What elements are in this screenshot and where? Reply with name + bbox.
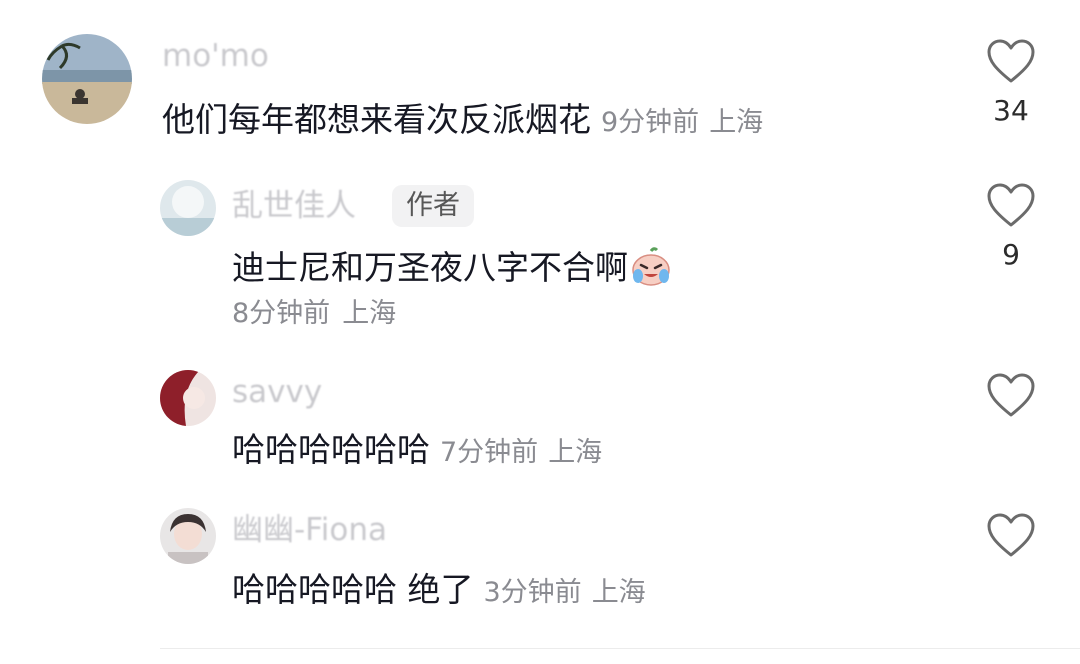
- comment-location: 上海: [709, 107, 764, 138]
- comment-meta: 8分钟前 上海: [232, 296, 396, 332]
- like-button[interactable]: [976, 372, 1046, 418]
- heart-outline-icon: [987, 183, 1035, 227]
- username[interactable]: savvy: [232, 374, 322, 410]
- heart-outline-icon: [987, 373, 1035, 417]
- comment-time: 3分钟前: [483, 577, 582, 608]
- comment-location: 上海: [591, 577, 646, 608]
- crying-laughing-emoji-icon: [630, 247, 672, 304]
- avatar[interactable]: [160, 370, 216, 426]
- comment-time: 7分钟前: [440, 437, 539, 468]
- like-count: 9: [1002, 238, 1020, 271]
- comment-text: 他们每年都想来看次反派烟花: [162, 100, 591, 139]
- comment-text: 哈哈哈哈哈哈: [232, 430, 430, 469]
- like-button[interactable]: 34: [976, 38, 1046, 128]
- avatar[interactable]: [42, 34, 132, 124]
- comment-body: 他们每年都想来看次反派烟花 9分钟前 上海: [162, 98, 763, 148]
- comment-location: 上海: [548, 437, 603, 468]
- like-count: 34: [993, 94, 1029, 127]
- comment-text: 迪士尼和万圣夜八字不合啊: [232, 248, 628, 287]
- comment-time: 8分钟前: [232, 298, 331, 329]
- comment-body: 哈哈哈哈哈 绝了 3分钟前 上海: [232, 568, 646, 618]
- username[interactable]: 幽幽-Fiona: [232, 512, 387, 548]
- like-button[interactable]: 9: [976, 182, 1046, 272]
- divider: [160, 648, 1080, 649]
- comment-location: 上海: [342, 298, 397, 329]
- username[interactable]: 乱世佳人: [232, 188, 356, 224]
- avatar[interactable]: [160, 180, 216, 236]
- heart-outline-icon: [987, 513, 1035, 557]
- heart-outline-icon: [987, 39, 1035, 83]
- comment-text: 哈哈哈哈哈 绝了: [232, 570, 474, 609]
- author-badge: 作者: [392, 185, 474, 227]
- username[interactable]: mo'mo: [162, 38, 269, 74]
- like-button[interactable]: [976, 512, 1046, 558]
- comment-body: 哈哈哈哈哈哈 7分钟前 上海: [232, 428, 602, 478]
- comment-time: 9分钟前: [601, 107, 700, 138]
- avatar[interactable]: [160, 508, 216, 564]
